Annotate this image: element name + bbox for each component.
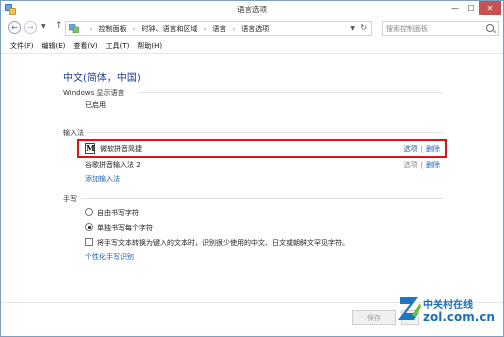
input-method-row: 谷歌拼音输入法 2 选项 | 删除 (85, 159, 440, 171)
section-divider (139, 92, 443, 93)
back-button[interactable]: ← (8, 21, 21, 34)
radio-label: 自由书写字符 (97, 209, 139, 217)
maximize-button[interactable]: ☐ (463, 1, 479, 15)
save-button[interactable]: 保存 (352, 310, 396, 325)
breadcrumb-separator: › (90, 26, 93, 33)
input-method-actions: 选项 | 删除 (404, 160, 440, 170)
personalize-handwriting-link[interactable]: 个性化手写识别 (85, 252, 134, 262)
radio-button-selected[interactable] (85, 223, 93, 231)
watermark-cn-text: 中关村在线 (423, 300, 473, 311)
up-button[interactable]: ↑ (55, 21, 63, 31)
section-divider (87, 132, 443, 133)
add-input-method-link[interactable]: 添加输入法 (85, 174, 120, 184)
address-row: ← → ▼ ↑ › 控制面板 › 时钟、语言和区域 › 语言 › 语言选项 ▼ … (1, 18, 503, 39)
breadcrumb: › 控制面板 › 时钟、语言和区域 › 语言 › 语言选项 (90, 24, 269, 34)
link-separator: | (420, 161, 423, 169)
input-method-heading: 输入法 (63, 129, 84, 137)
menu-tools[interactable]: 工具(T) (106, 39, 130, 53)
breadcrumb-clock-language-region[interactable]: 时钟、语言和区域 (142, 25, 198, 33)
close-button[interactable]: ✕ (479, 1, 501, 15)
menu-help[interactable]: 帮助(H) (137, 39, 162, 53)
options-link[interactable]: 选项 (404, 161, 418, 169)
breadcrumb-separator: › (203, 26, 207, 33)
radio-button[interactable] (85, 208, 93, 216)
breadcrumb-separator: › (232, 26, 236, 33)
breadcrumb-language-options[interactable]: 语言选项 (241, 25, 269, 33)
input-method-name: 谷歌拼音输入法 2 (85, 161, 141, 169)
window-controls: — ☐ ✕ (447, 1, 501, 15)
section-divider (81, 198, 443, 199)
breadcrumb-control-panel[interactable]: 控制面板 (99, 25, 127, 33)
menu-view[interactable]: 查看(V) (73, 39, 97, 53)
menu-bar: 文件(F) 编辑(E) 查看(V) 工具(T) 帮助(H) (1, 39, 503, 53)
main-content: 中文(简体，中国) Windows 显示语言 已启用 输入法 M 微软拼音简捷 … (1, 54, 503, 302)
refresh-icon[interactable]: ↻ (360, 23, 367, 32)
menu-file[interactable]: 文件(F) (10, 39, 34, 53)
radio-label: 单独书写每个字符 (97, 224, 153, 232)
checkbox[interactable] (85, 238, 93, 246)
search-input[interactable] (386, 23, 482, 34)
watermark-en-text: zol.com.cn (423, 310, 495, 324)
search-box[interactable] (382, 21, 499, 36)
menu-edit[interactable]: 编辑(E) (42, 39, 66, 53)
watermark: 中关村在线 zol.com.cn (396, 291, 501, 331)
control-panel-icon (69, 24, 79, 33)
window-title: 语言选项 (237, 5, 267, 14)
title-bar: 语言选项 — ☐ ✕ (1, 1, 503, 18)
breadcrumb-language[interactable]: 语言 (212, 25, 226, 33)
back-arrow-icon: ← (11, 23, 18, 32)
language-options-window: 语言选项 — ☐ ✕ ← → ▼ ↑ › 控制面板 › 时钟、语言和区域 › 语… (0, 0, 504, 337)
forward-button[interactable]: → (24, 21, 37, 34)
display-language-status: 已启用 (85, 101, 106, 109)
checkbox-label: 将手写文本转换为键入的文本时，识别很少使用的中文、日文或朝鲜文罕见字符。 (97, 239, 349, 247)
zol-logo-icon (398, 297, 421, 320)
minimize-button[interactable]: — (447, 1, 463, 15)
display-language-heading: Windows 显示语言 (63, 89, 125, 97)
delete-link[interactable]: 删除 (426, 161, 440, 169)
forward-arrow-icon: → (27, 23, 34, 32)
address-bar[interactable]: › 控制面板 › 时钟、语言和区域 › 语言 › 语言选项 ▼ ↻ (65, 21, 372, 36)
recent-pages-dropdown[interactable]: ▼ (41, 23, 46, 30)
highlight-annotation (77, 139, 447, 158)
search-icon[interactable] (486, 24, 494, 32)
handwriting-heading: 手写 (63, 195, 77, 203)
address-dropdown-icon[interactable]: ▼ (350, 25, 355, 32)
page-title: 中文(简体，中国) (63, 73, 141, 84)
breadcrumb-separator: › (132, 26, 136, 33)
